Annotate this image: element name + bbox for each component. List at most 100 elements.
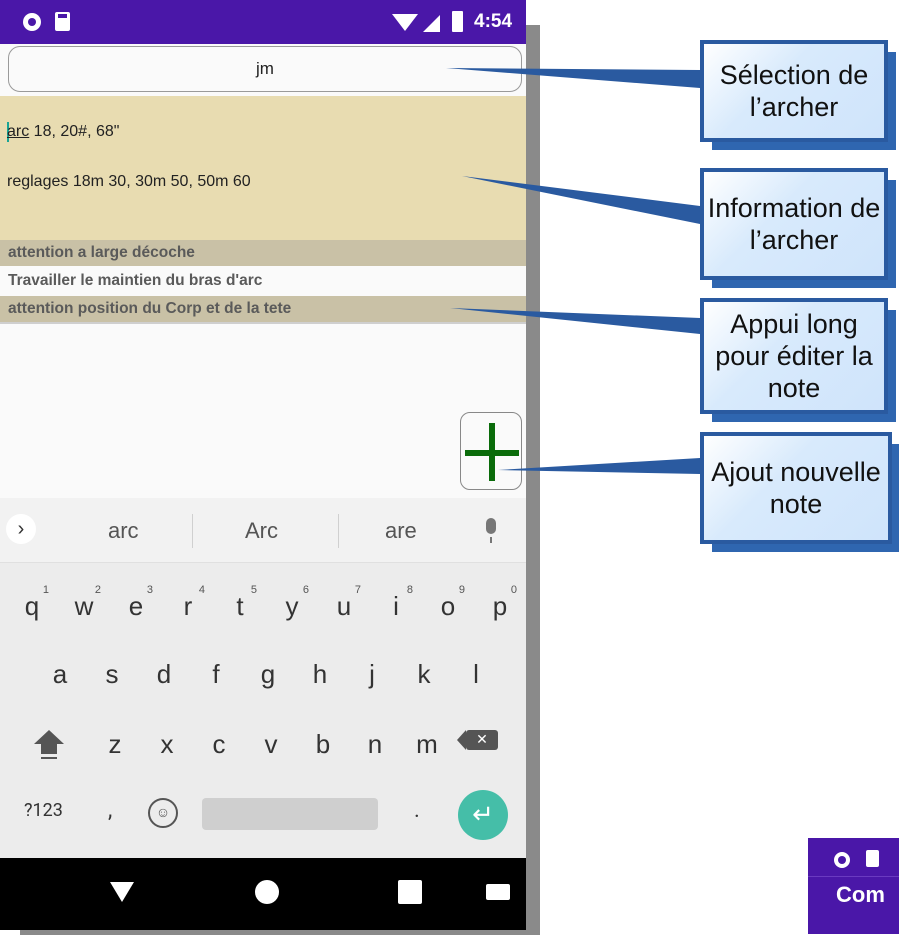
key-a[interactable]: a	[40, 644, 80, 704]
emoji-icon[interactable]: ☺	[148, 798, 178, 828]
key-number-hint: 2	[94, 584, 101, 596]
key-number-hint: 6	[302, 584, 309, 596]
key-b[interactable]: b	[303, 714, 343, 774]
key-r[interactable]: r4	[168, 576, 208, 636]
key-number-hint: 4	[198, 584, 205, 596]
key-number-hint: 1	[42, 584, 49, 596]
key-m[interactable]: m	[407, 714, 447, 774]
key-i[interactable]: i8	[376, 576, 416, 636]
sd-card-icon	[866, 850, 879, 867]
key-number-hint: 7	[354, 584, 361, 596]
note-item[interactable]: Travailler le maintien du bras d'arc	[0, 268, 526, 294]
key-label: e	[128, 591, 144, 621]
battery-icon	[452, 11, 463, 32]
key-number-hint: 0	[510, 584, 517, 596]
status-circle-icon	[23, 13, 41, 31]
key-u[interactable]: u7	[324, 576, 364, 636]
shift-icon[interactable]	[30, 726, 66, 762]
key-j[interactable]: j	[352, 644, 392, 704]
key-s[interactable]: s	[92, 644, 132, 704]
callout-text: Ajout nouvelle note	[711, 457, 881, 519]
key-y[interactable]: y6	[272, 576, 312, 636]
mini-app-preview: Com	[808, 838, 899, 934]
archer-selector[interactable]: jm	[8, 46, 522, 92]
keyboard-row-1: q1w2e3r4t5y6u7i8o9p0	[0, 576, 526, 636]
phone-screen: 4:54 jm arc 18, 20#, 68" reglages 18m 30…	[0, 0, 526, 930]
archer-info-line-1: arc 18, 20#, 68"	[7, 123, 119, 141]
nav-home-icon[interactable]	[255, 880, 279, 904]
key-label: r	[183, 591, 193, 621]
key-p[interactable]: p0	[480, 576, 520, 636]
sd-card-icon	[55, 12, 70, 31]
nav-keyboard-icon[interactable]	[486, 884, 510, 900]
divider	[808, 876, 899, 877]
suggestion-item[interactable]: Arc	[245, 518, 278, 544]
status-circle-icon	[834, 852, 850, 868]
key-o[interactable]: o9	[428, 576, 468, 636]
note-item[interactable]: attention a large décoche	[0, 240, 526, 266]
divider	[0, 322, 526, 324]
archer-info-rest: 18, 20#, 68"	[29, 123, 120, 140]
key-x[interactable]: x	[147, 714, 187, 774]
suggestion-divider	[338, 514, 339, 548]
enter-icon[interactable]: ↵	[458, 790, 508, 840]
key-label: o	[440, 591, 456, 621]
key-f[interactable]: f	[196, 644, 236, 704]
archer-info-word: arc	[7, 123, 30, 140]
key-number-hint: 8	[406, 584, 413, 596]
space-key[interactable]	[202, 798, 378, 830]
note-item[interactable]: attention position du Corp et de la tete	[0, 296, 526, 322]
key-e[interactable]: e3	[116, 576, 156, 636]
key-g[interactable]: g	[248, 644, 288, 704]
key-t[interactable]: t5	[220, 576, 260, 636]
status-bar: 4:54	[0, 0, 526, 44]
key-z[interactable]: z	[95, 714, 135, 774]
mic-icon[interactable]	[486, 518, 496, 543]
status-time: 4:54	[474, 11, 513, 32]
key-l[interactable]: l	[456, 644, 496, 704]
backspace-icon[interactable]: ✕	[457, 730, 498, 750]
keyboard-row-3: zxcvbnm	[0, 714, 526, 774]
suggestion-divider	[192, 514, 193, 548]
key-label: y	[285, 591, 299, 621]
callout-selection: Sélection de l’archer	[700, 40, 896, 150]
key-v[interactable]: v	[251, 714, 291, 774]
key-d[interactable]: d	[144, 644, 184, 704]
callout-text: Appui long pour éditer la note	[715, 309, 873, 403]
plus-icon	[465, 450, 519, 456]
signal-icon	[423, 15, 440, 32]
add-note-button[interactable]	[460, 412, 522, 490]
archer-info-panel[interactable]: arc 18, 20#, 68" reglages 18m 30, 30m 50…	[0, 96, 526, 240]
nav-recents-icon[interactable]	[398, 880, 422, 904]
chevron-right-icon[interactable]: ›	[6, 514, 36, 544]
key-h[interactable]: h	[300, 644, 340, 704]
callout-add: Ajout nouvelle note	[700, 432, 899, 552]
wifi-icon	[392, 14, 418, 31]
callout-text: Information de l’archer	[707, 193, 881, 255]
keyboard-row-2: asdfghjkl	[0, 644, 526, 704]
comma-key[interactable]: ,	[108, 798, 112, 823]
suggestion-bar: › arc Arc are	[0, 498, 526, 563]
key-number-hint: 5	[250, 584, 257, 596]
key-number-hint: 3	[146, 584, 153, 596]
suggestion-item[interactable]: arc	[108, 518, 139, 544]
callout-text: Sélection de l’archer	[719, 60, 869, 122]
key-label: q	[24, 591, 40, 621]
key-number-hint: 9	[458, 584, 465, 596]
key-n[interactable]: n	[355, 714, 395, 774]
callout-long-press: Appui long pour éditer la note	[700, 298, 896, 422]
key-w[interactable]: w2	[64, 576, 104, 636]
key-label: u	[336, 591, 352, 621]
suggestion-item[interactable]: are	[385, 518, 417, 544]
archer-info-line-2: reglages 18m 30, 30m 50, 50m 60	[7, 173, 251, 190]
navigation-bar	[0, 858, 526, 930]
key-label: w	[74, 591, 94, 621]
key-q[interactable]: q1	[12, 576, 52, 636]
key-label: i	[393, 591, 399, 621]
symbols-key[interactable]: ?123	[24, 800, 63, 821]
key-c[interactable]: c	[199, 714, 239, 774]
key-k[interactable]: k	[404, 644, 444, 704]
callout-information: Information de l’archer	[700, 168, 896, 288]
nav-back-icon[interactable]	[110, 882, 134, 902]
period-key[interactable]: .	[414, 798, 420, 823]
